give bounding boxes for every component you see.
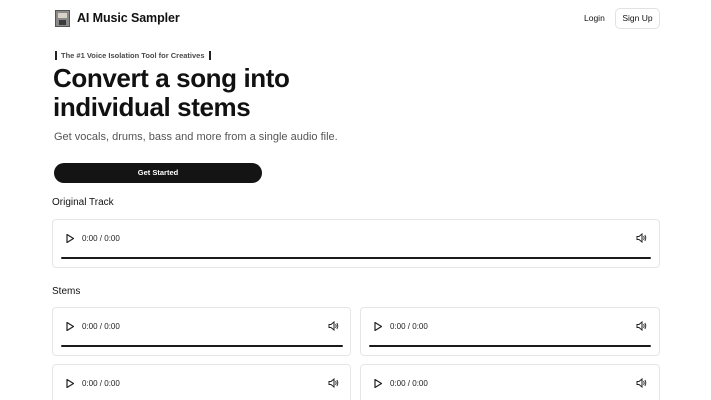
logo-icon[interactable]: [55, 10, 70, 27]
time-display: 0:00 / 0:00: [82, 322, 120, 331]
play-icon[interactable]: [374, 379, 382, 388]
time-display: 0:00 / 0:00: [390, 379, 428, 388]
time-display: 0:00 / 0:00: [82, 234, 120, 243]
tagline-bar-right: [208, 51, 211, 60]
volume-icon[interactable]: [636, 321, 647, 331]
app-title[interactable]: AI Music Sampler: [77, 11, 180, 25]
play-icon[interactable]: [66, 322, 74, 331]
stem-player: 0:00 / 0:00: [52, 364, 351, 400]
tagline-text: The #1 Voice Isolation Tool for Creative…: [61, 51, 205, 60]
tagline: The #1 Voice Isolation Tool for Creative…: [55, 51, 211, 60]
progress-track[interactable]: [369, 345, 651, 347]
original-track-label: Original Track: [52, 197, 114, 208]
stems-label: Stems: [52, 286, 81, 297]
hero-subtitle: Get vocals, drums, bass and more from a …: [54, 131, 338, 143]
header: AI Music Sampler Login Sign Up: [0, 0, 711, 38]
play-icon[interactable]: [374, 322, 382, 331]
original-audio-player: 0:00 / 0:00: [52, 219, 660, 268]
hero-title: Convert a song into individual stems: [53, 63, 290, 122]
volume-icon[interactable]: [636, 378, 647, 388]
stem-player: 0:00 / 0:00: [52, 307, 351, 356]
stem-player: 0:00 / 0:00: [360, 364, 660, 400]
play-icon[interactable]: [66, 234, 74, 243]
time-display: 0:00 / 0:00: [390, 322, 428, 331]
signup-button[interactable]: Sign Up: [615, 8, 660, 29]
progress-track[interactable]: [61, 345, 343, 347]
volume-icon[interactable]: [328, 321, 339, 331]
play-icon[interactable]: [66, 379, 74, 388]
login-link[interactable]: Login: [584, 13, 605, 23]
get-started-button[interactable]: Get Started: [54, 163, 262, 183]
stem-player: 0:00 / 0:00: [360, 307, 660, 356]
progress-track[interactable]: [61, 257, 651, 259]
tagline-bar-left: [55, 51, 57, 60]
volume-icon[interactable]: [636, 233, 647, 243]
volume-icon[interactable]: [328, 378, 339, 388]
time-display: 0:00 / 0:00: [82, 379, 120, 388]
page: AI Music Sampler Login Sign Up The #1 Vo…: [0, 0, 711, 400]
